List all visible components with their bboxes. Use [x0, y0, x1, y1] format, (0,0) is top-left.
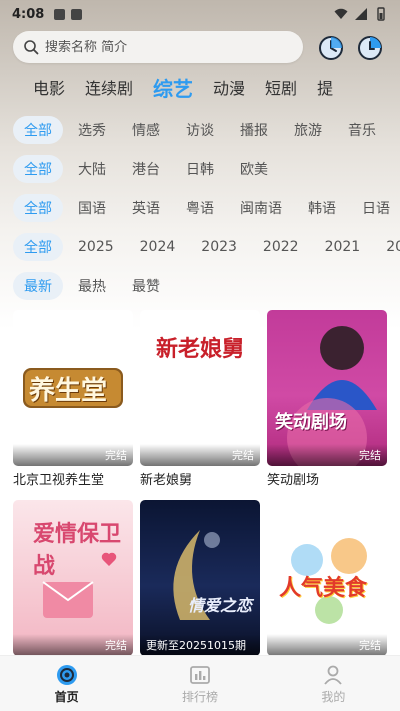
- poster-image: 养生堂 完结: [13, 310, 133, 466]
- year-chip[interactable]: 2025: [67, 235, 125, 259]
- region-chip[interactable]: 日韩: [175, 155, 225, 183]
- tab-series[interactable]: 连续剧: [85, 75, 133, 99]
- genre-chip[interactable]: 全部: [13, 116, 63, 144]
- card-title: 笑动剧场: [267, 473, 320, 488]
- region-chip[interactable]: 大陆: [67, 155, 117, 183]
- clock-icon[interactable]: [356, 34, 384, 62]
- search-icon: [24, 40, 39, 55]
- language-chip[interactable]: 英语: [121, 194, 171, 222]
- signal-icon: [355, 8, 367, 20]
- language-filter-row: 全部 国语 英语 粤语 闽南语 韩语 日语: [0, 194, 400, 222]
- nav-label: 首页: [54, 690, 79, 704]
- year-filter-row: 全部 2025 2024 2023 2022 2021 2020: [0, 233, 400, 261]
- sort-chip[interactable]: 最新: [13, 272, 63, 300]
- region-chip[interactable]: 港台: [121, 155, 171, 183]
- genre-chip[interactable]: 选秀: [67, 116, 117, 144]
- card-title: 新老娘舅: [140, 473, 193, 488]
- home-icon: [56, 665, 77, 685]
- status-time: 4:08: [12, 6, 45, 22]
- genre-chip[interactable]: 访谈: [175, 116, 225, 144]
- status-badge: 完结: [140, 444, 260, 466]
- region-chip[interactable]: 全部: [13, 155, 63, 183]
- language-chip[interactable]: 闽南语: [229, 194, 293, 222]
- sort-chip[interactable]: 最热: [67, 272, 117, 300]
- tab-movie[interactable]: 电影: [33, 75, 65, 99]
- poster-image: 情爱之恋 更新至20251015期: [140, 500, 260, 656]
- region-chip[interactable]: 欧美: [229, 155, 279, 183]
- nav-home[interactable]: 首页: [0, 656, 133, 711]
- content-grid: 养生堂 完结 北京卫视养生堂 新老娘舅 完结 新老娘舅 笑动剧场 完结 笑动剧场: [13, 310, 387, 690]
- card-title: 北京卫视养生堂: [13, 473, 105, 488]
- genre-filter-row: 全部 选秀 情感 访谈 播报 旅游 音乐: [0, 116, 400, 144]
- app-notification-icon: [71, 8, 83, 20]
- poster-image: 笑动剧场 完结: [267, 310, 387, 466]
- nav-profile[interactable]: 我的: [267, 656, 400, 711]
- nav-ranking[interactable]: 排行榜: [133, 656, 266, 711]
- poster-title: 新老娘舅: [155, 336, 244, 362]
- sort-filter-row: 最新 最热 最赞: [0, 272, 400, 300]
- status-bar: 4:08: [0, 0, 400, 28]
- status-badge: 完结: [267, 444, 387, 466]
- battery-icon: [377, 7, 385, 21]
- content-card[interactable]: 新老娘舅 完结 新老娘舅: [140, 310, 260, 500]
- region-filter-row: 全部 大陆 港台 日韩 欧美: [0, 155, 400, 183]
- tab-anime[interactable]: 动漫: [213, 75, 245, 99]
- content-card[interactable]: 养生堂 完结 北京卫视养生堂: [13, 310, 133, 500]
- year-chip[interactable]: 2022: [252, 235, 310, 259]
- bottom-nav: 首页 排行榜 我的: [0, 655, 400, 711]
- year-chip[interactable]: 2020: [375, 235, 400, 259]
- nav-label: 排行榜: [181, 690, 218, 704]
- poster-image: 人气美食 完结: [267, 500, 387, 656]
- nav-label: 我的: [321, 690, 346, 704]
- genre-chip[interactable]: 情感: [121, 116, 171, 144]
- poster-art: [287, 326, 377, 466]
- language-chip[interactable]: 粤语: [175, 194, 225, 222]
- tab-short-drama[interactable]: 短剧: [265, 75, 297, 99]
- status-badge: 完结: [267, 634, 387, 656]
- tab-variety[interactable]: 综艺: [153, 73, 193, 102]
- poster-image: 新老娘舅 完结: [140, 310, 260, 466]
- genre-chip[interactable]: 播报: [229, 116, 279, 144]
- status-badge: 更新至20251015期: [140, 634, 260, 656]
- poster-title: 养生堂: [29, 376, 108, 406]
- genre-chip[interactable]: 旅游: [283, 116, 333, 144]
- poster-title: 人气美食: [279, 575, 368, 601]
- genre-chip[interactable]: 音乐: [337, 116, 387, 144]
- language-chip[interactable]: 日语: [351, 194, 400, 222]
- poster-image: 爱情保卫战 完结: [13, 500, 133, 656]
- language-chip[interactable]: 国语: [67, 194, 117, 222]
- poster-title: 情爱之恋: [188, 596, 253, 615]
- search-input[interactable]: [45, 39, 285, 55]
- wifi-icon: [334, 8, 348, 19]
- year-chip[interactable]: 全部: [13, 233, 63, 261]
- year-chip[interactable]: 2021: [314, 235, 372, 259]
- image-notification-icon: [54, 8, 66, 20]
- status-badge: 完结: [13, 444, 133, 466]
- ranking-icon: [190, 666, 210, 684]
- category-tabs: 电影 连续剧 综艺 动漫 短剧 提: [0, 72, 400, 102]
- profile-icon: [324, 665, 343, 685]
- status-badge: 完结: [13, 634, 133, 656]
- language-chip[interactable]: 韩语: [297, 194, 347, 222]
- poster-title: 爱情保卫战: [33, 521, 122, 579]
- sort-chip[interactable]: 最赞: [121, 272, 171, 300]
- language-chip[interactable]: 全部: [13, 194, 63, 222]
- year-chip[interactable]: 2023: [190, 235, 248, 259]
- search-bar[interactable]: [13, 31, 303, 63]
- poster-art: [173, 530, 220, 620]
- tab-more[interactable]: 提: [317, 75, 333, 99]
- history-icon[interactable]: [317, 34, 345, 62]
- content-card[interactable]: 笑动剧场 完结 笑动剧场: [267, 310, 387, 500]
- year-chip[interactable]: 2024: [129, 235, 187, 259]
- poster-title: 笑动剧场: [275, 412, 347, 433]
